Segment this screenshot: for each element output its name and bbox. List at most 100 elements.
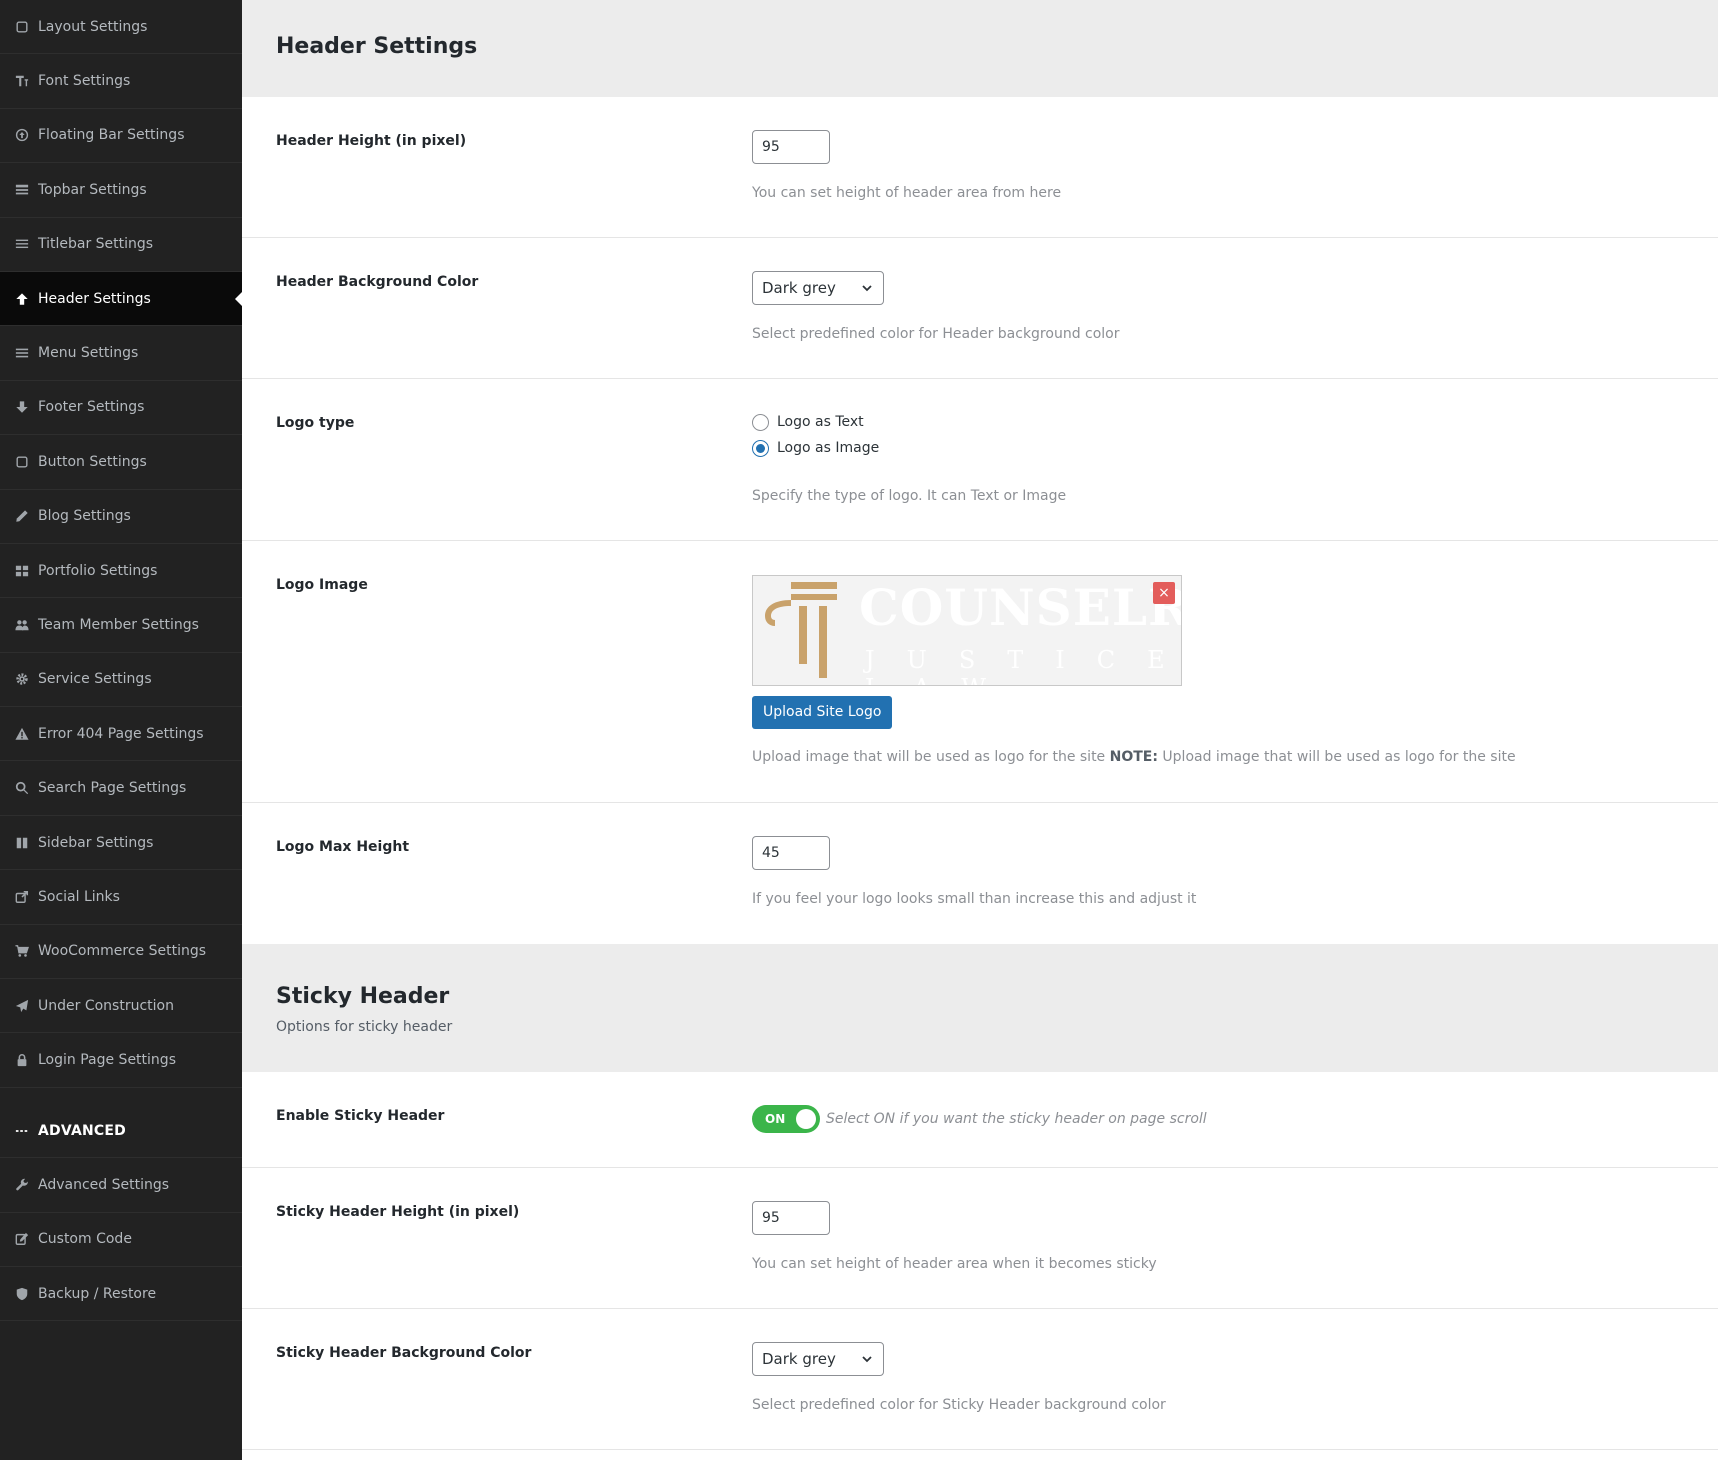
enable-sticky-desc: Select ON if you want the sticky header …	[826, 1111, 1207, 1127]
sidebar-item-social-links[interactable]: Social Links	[0, 870, 242, 925]
sticky-bg-value: Dark grey	[762, 1350, 836, 1368]
sidebar-item-label: Social Links	[38, 888, 120, 905]
header-height-label: Header Height (in pixel)	[276, 133, 467, 149]
sidebar-main-list: Layout Settings Font Settings Floating Bar…	[0, 0, 242, 1088]
sidebar-item-label: Layout Settings	[38, 18, 148, 35]
sidebar-item-label: Backup / Restore	[38, 1285, 157, 1302]
sticky-height-desc: You can set height of header area when i…	[752, 1256, 1157, 1272]
sticky-bg-desc: Select predefined color for Sticky Heade…	[752, 1397, 1166, 1413]
row-header-bg: Header Background Color Dark grey Select…	[242, 238, 1718, 379]
sidebar-item-label: Menu Settings	[38, 345, 139, 362]
header-bg-select[interactable]: Dark grey	[752, 271, 884, 305]
header-height-control	[752, 130, 830, 164]
wrench-icon	[14, 1177, 30, 1193]
paper-plane-icon	[14, 998, 30, 1014]
sidebar-item-sidebar-settings[interactable]: Sidebar Settings	[0, 816, 242, 871]
header-bg-label: Header Background Color	[276, 274, 479, 290]
logo-as-text-option[interactable]: Logo as Text	[752, 409, 879, 435]
sticky-height-input[interactable]	[752, 1201, 830, 1235]
header-height-input[interactable]	[752, 130, 830, 164]
sticky-height-label: Sticky Header Height (in pixel)	[276, 1204, 520, 1220]
sidebar-item-label: Team Member Settings	[38, 616, 199, 633]
sidebar-item-label: Titlebar Settings	[38, 236, 154, 253]
row-sticky-bg: Sticky Header Background Color Dark grey…	[242, 1309, 1718, 1450]
share-icon	[14, 889, 30, 905]
header-section-head: Header Settings	[242, 0, 1718, 97]
sticky-subtitle: Options for sticky header	[276, 1019, 453, 1035]
logo-max-height-control	[752, 836, 830, 870]
logo-image-note-text: Upload image that will be used as logo f…	[1162, 749, 1516, 765]
sticky-bg-control: Dark grey	[752, 1342, 884, 1376]
arrow-up-icon	[14, 291, 30, 307]
topbar-icon	[14, 182, 30, 198]
logo-image-note-label: NOTE:	[1109, 749, 1158, 765]
grid-icon	[14, 563, 30, 579]
header-bg-control: Dark grey	[752, 271, 884, 305]
sidebar-item-search-page-settings[interactable]: Search Page Settings	[0, 761, 242, 816]
row-logo-max-height: Logo Max Height If you feel your logo lo…	[242, 803, 1718, 944]
sidebar-item-label: Search Page Settings	[38, 780, 187, 797]
sidebar-item-backup-restore[interactable]: Backup / Restore	[0, 1267, 242, 1322]
text-icon	[14, 73, 30, 89]
sidebar-heading-label: ADVANCED	[38, 1122, 126, 1139]
lock-icon	[14, 1052, 30, 1068]
toggle-knob	[796, 1109, 816, 1129]
sidebar-item-advanced-settings[interactable]: Advanced Settings	[0, 1158, 242, 1213]
sidebar-item-label: Login Page Settings	[38, 1052, 176, 1069]
sidebar-item-custom-code[interactable]: Custom Code	[0, 1213, 242, 1267]
sidebar-item-login-page-settings[interactable]: Login Page Settings	[0, 1033, 242, 1088]
cart-icon	[14, 943, 30, 959]
sidebar-item-label: Custom Code	[38, 1231, 132, 1248]
sidebar-item-label: Topbar Settings	[38, 181, 147, 198]
upload-site-logo-button[interactable]: Upload Site Logo	[752, 696, 893, 729]
sidebar-item-menu-settings[interactable]: Menu Settings	[0, 326, 242, 381]
logo-image-desc-text: Upload image that will be used as logo f…	[752, 749, 1106, 765]
pencil-icon	[14, 508, 30, 524]
sidebar-item-team-member-settings[interactable]: Team Member Settings	[0, 598, 242, 653]
sidebar-item-woocommerce-settings[interactable]: WooCommerce Settings	[0, 925, 242, 980]
enable-sticky-toggle[interactable]: ON	[752, 1105, 820, 1133]
enable-sticky-label: Enable Sticky Header	[276, 1108, 445, 1124]
sticky-bg-label: Sticky Header Background Color	[276, 1345, 532, 1361]
sticky-bg-select[interactable]: Dark grey	[752, 1342, 884, 1376]
remove-logo-button[interactable]: ×	[1153, 582, 1175, 604]
logo-as-text-radio[interactable]	[752, 413, 769, 431]
sidebar-item-header-settings[interactable]: Header Settings	[0, 271, 242, 327]
sidebar-item-titlebar-settings[interactable]: Titlebar Settings	[0, 218, 242, 272]
sticky-section-head: Sticky Header Options for sticky header	[242, 944, 1718, 1072]
logo-max-height-input[interactable]	[752, 836, 830, 870]
shield-icon	[14, 1286, 30, 1302]
row-header-height: Header Height (in pixel) You can set hei…	[242, 97, 1718, 238]
sidebar-item-footer-settings[interactable]: Footer Settings	[0, 381, 242, 436]
menu-icon	[14, 345, 30, 361]
sidebar-heading-advanced: ADVANCED	[0, 1104, 242, 1159]
chevron-down-icon	[862, 1356, 872, 1363]
sidebar-item-topbar-settings[interactable]: Topbar Settings	[0, 163, 242, 218]
sidebar-item-blog-settings[interactable]: Blog Settings	[0, 490, 242, 544]
sidebar-item-floating-bar-settings[interactable]: Floating Bar Settings	[0, 109, 242, 164]
logo-type-options: Logo as Text Logo as Image	[752, 409, 879, 461]
logo-preview-wrap: COUNSELR JUSTICE LAW ×	[752, 575, 1182, 686]
sidebar-item-label: Error 404 Page Settings	[38, 725, 204, 742]
square-icon	[14, 19, 30, 35]
sidebar-item-label: WooCommerce Settings	[38, 943, 207, 960]
logo-as-image-radio[interactable]	[752, 439, 769, 457]
sidebar-item-label: Floating Bar Settings	[38, 127, 185, 144]
sidebar-advanced-list: Advanced Settings Custom Code Backup / Res…	[0, 1158, 242, 1322]
sidebar-item-portfolio-settings[interactable]: Portfolio Settings	[0, 544, 242, 599]
sidebar-item-error-404-page-settings[interactable]: Error 404 Page Settings	[0, 707, 242, 762]
sidebar-item-button-settings[interactable]: Button Settings	[0, 435, 242, 490]
sidebar-item-layout-settings[interactable]: Layout Settings	[0, 0, 242, 55]
logo-as-image-label: Logo as Image	[777, 440, 880, 456]
sidebar-item-label: Font Settings	[38, 73, 131, 90]
header-bg-value: Dark grey	[762, 279, 836, 297]
sidebar-item-service-settings[interactable]: Service Settings	[0, 653, 242, 708]
sidebar-item-label: Blog Settings	[38, 508, 131, 525]
sidebar-item-label: Header Settings	[38, 290, 151, 307]
logo-as-image-option[interactable]: Logo as Image	[752, 435, 879, 461]
row-logo-image: Logo Image COUNSELR JUSTICE LAW × Upload…	[242, 541, 1718, 803]
logo-tagline: JUSTICE LAW	[865, 646, 1182, 685]
sidebar-item-under-construction[interactable]: Under Construction	[0, 979, 242, 1034]
sidebar-item-font-settings[interactable]: Font Settings	[0, 54, 242, 109]
settings-sidebar: Layout Settings Font Settings Floating Bar…	[0, 0, 242, 1460]
